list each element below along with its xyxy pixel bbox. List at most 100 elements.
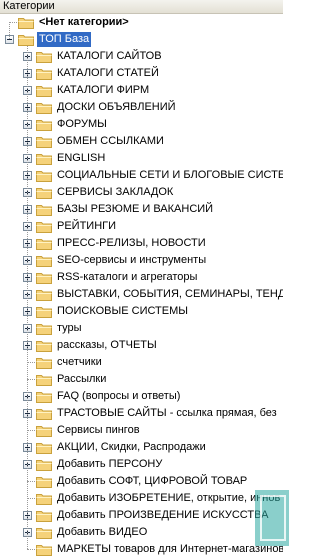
tree-line (27, 481, 35, 482)
tree-item-label: ПРЕСС-РЕЛИЗЫ, НОВОСТИ (57, 237, 206, 249)
tree-item[interactable]: Добавить ВИДЕО (0, 524, 283, 541)
tree-item[interactable]: Добавить СОФТ, ЦИФРОВОЙ ТОВАР (0, 473, 283, 490)
folder-icon (36, 475, 52, 488)
folder-icon (18, 33, 34, 46)
tree-line (27, 498, 35, 499)
tree-line (27, 549, 35, 550)
folder-icon (36, 305, 52, 318)
folder-icon (36, 322, 52, 335)
folder-icon (36, 509, 52, 522)
tree-item[interactable]: ПРЕСС-РЕЛИЗЫ, НОВОСТИ (0, 235, 283, 252)
tree-item-label: ВЫСТАВКИ, СОБЫТИЯ, СЕМИНАРЫ, ТЕНД (57, 288, 283, 300)
tree-item-label: КАТАЛОГИ СТАТЕЙ (57, 67, 159, 79)
tree-item-label: ДОСКИ ОБЪЯВЛЕНИЙ (57, 101, 176, 113)
tree-item[interactable]: рассказы, ОТЧЕТЫ (0, 337, 283, 354)
tree-item-label: RSS-каталоги и агрегаторы (57, 271, 198, 283)
tree-item-label: ОБМЕН ССЫЛКАМИ (57, 135, 164, 147)
tree-item-label: счетчики (57, 356, 102, 368)
tree-item[interactable]: RSS-каталоги и агрегаторы (0, 269, 283, 286)
tree-line (27, 362, 35, 363)
tree-item-label: Добавить ВИДЕО (57, 526, 148, 538)
tree-item-label: Сервисы пингов (57, 424, 140, 436)
tree-item-label: Добавить СОФТ, ЦИФРОВОЙ ТОВАР (57, 475, 248, 487)
tree-item[interactable]: ОБМЕН ССЫЛКАМИ (0, 133, 283, 150)
tree-item-label: БАЗЫ РЕЗЮМЕ И ВАКАНСИЙ (57, 203, 214, 215)
tree-item-label: Добавить ПРОИЗВЕДЕНИЕ ИСКУССТВА (57, 509, 269, 521)
tree-item[interactable]: ENGLISH (0, 150, 283, 167)
tree-item[interactable]: РЕЙТИНГИ (0, 218, 283, 235)
folder-icon (36, 356, 52, 369)
tree-item-label: РЕЙТИНГИ (57, 220, 117, 232)
folder-icon (36, 390, 52, 403)
tree-item-label: КАТАЛОГИ САЙТОВ (57, 50, 162, 62)
tree-item[interactable]: КАТАЛОГИ СТАТЕЙ (0, 65, 283, 82)
folder-icon (36, 373, 52, 386)
tree-item[interactable]: туры (0, 320, 283, 337)
folder-icon (36, 203, 52, 216)
folder-icon (36, 237, 52, 250)
tree-item[interactable]: SEO-сервисы и инструменты (0, 252, 283, 269)
category-tree[interactable]: <Нет категории> ТОП База КАТАЛОГИ САЙТОВ КА… (0, 14, 283, 560)
tree-item-label: рассказы, ОТЧЕТЫ (57, 339, 157, 351)
folder-icon (36, 543, 52, 556)
tree-item[interactable]: Сервисы пингов (0, 422, 283, 439)
folder-icon (36, 101, 52, 114)
tree-item-label: ТОП База (37, 32, 92, 47)
tree-item[interactable]: АКЦИИ, Скидки, Распродажи (0, 439, 283, 456)
tree-line (27, 379, 35, 380)
tree-item[interactable]: ПОИСКОВЫЕ СИСТЕМЫ (0, 303, 283, 320)
tree-item[interactable]: КАТАЛОГИ ФИРМ (0, 82, 283, 99)
tree-item-label: туры (57, 322, 82, 334)
tree-item[interactable]: КАТАЛОГИ САЙТОВ (0, 48, 283, 65)
tree-item-label: FAQ (вопросы и ответы) (57, 390, 181, 402)
folder-icon (36, 407, 52, 420)
folder-icon (36, 50, 52, 63)
tree-item-label: СОЦИАЛЬНЫЕ СЕТИ И БЛОГОВЫЕ СИСТЕ (57, 169, 283, 181)
tree-item[interactable]: ДОСКИ ОБЪЯВЛЕНИЙ (0, 99, 283, 116)
folder-icon (36, 135, 52, 148)
panel-title: Категории (3, 0, 55, 12)
tree-item[interactable]: Рассылки (0, 371, 283, 388)
tree-item-top-base[interactable]: ТОП База (0, 31, 283, 48)
tree-item[interactable]: СОЦИАЛЬНЫЕ СЕТИ И БЛОГОВЫЕ СИСТЕ (0, 167, 283, 184)
tree-item[interactable]: МАРКЕТЫ товаров для Интернет-магазинов (0, 541, 283, 558)
folder-icon (36, 118, 52, 131)
tree-item[interactable]: Добавить ПЕРСОНУ (0, 456, 283, 473)
tree-line (9, 22, 17, 23)
panel-header: Категории (0, 0, 283, 14)
tree-item[interactable]: FAQ (вопросы и ответы) (0, 388, 283, 405)
tree-item[interactable]: ТРАСТОВЫЕ САЙТЫ - ссылка прямая, без (0, 405, 283, 422)
tree-item-label: ПОИСКОВЫЕ СИСТЕМЫ (57, 305, 189, 317)
tree-item-label: SEO-сервисы и инструменты (57, 254, 207, 266)
tree-item[interactable]: Добавить ПРОИЗВЕДЕНИЕ ИСКУССТВА (0, 507, 283, 524)
tree-item[interactable]: счетчики (0, 354, 283, 371)
folder-icon (36, 458, 52, 471)
folder-icon (36, 492, 52, 505)
tree-line (27, 430, 35, 431)
tree-item[interactable]: Добавить ИЗОБРЕТЕНИЕ, открытие, иннов (0, 490, 283, 507)
tree-item[interactable]: СЕРВИСЫ ЗАКЛАДОК (0, 184, 283, 201)
folder-icon (36, 254, 52, 267)
folder-icon (36, 271, 52, 284)
folder-icon (36, 152, 52, 165)
tree-item-no-category[interactable]: <Нет категории> (0, 14, 283, 31)
tree-item[interactable]: БАЗЫ РЕЗЮМЕ И ВАКАНСИЙ (0, 201, 283, 218)
folder-icon (36, 288, 52, 301)
tree-item-label: Рассылки (57, 373, 107, 385)
tree-item[interactable]: ВЫСТАВКИ, СОБЫТИЯ, СЕМИНАРЫ, ТЕНД (0, 286, 283, 303)
tree-item[interactable]: ФОРУМЫ (0, 116, 283, 133)
folder-icon (36, 169, 52, 182)
folder-icon (36, 424, 52, 437)
watermark-logo (255, 490, 289, 546)
tree-item-label: ФОРУМЫ (57, 118, 107, 130)
folder-icon (18, 16, 34, 29)
tree-item-label: АКЦИИ, Скидки, Распродажи (57, 441, 206, 453)
tree-item-label: ENGLISH (57, 152, 106, 164)
tree-line (27, 46, 28, 549)
folder-icon (36, 186, 52, 199)
tree-item-label: СЕРВИСЫ ЗАКЛАДОК (57, 186, 174, 198)
folder-icon (36, 441, 52, 454)
tree-item-label: Добавить ПЕРСОНУ (57, 458, 163, 470)
tree-item-label: КАТАЛОГИ ФИРМ (57, 84, 150, 96)
folder-icon (36, 84, 52, 97)
